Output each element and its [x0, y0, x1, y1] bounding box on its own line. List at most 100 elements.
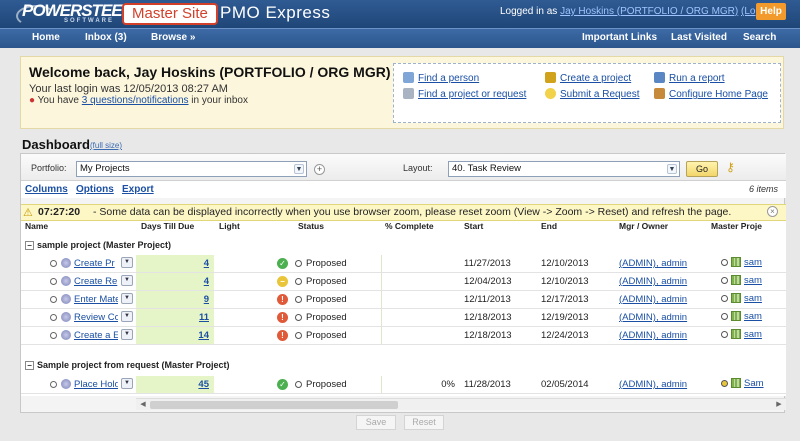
nav-browse[interactable]: Browse »	[151, 32, 195, 43]
group-row[interactable]: − sample project (Master Project)	[21, 238, 786, 254]
owner-link[interactable]: (ADMIN), admin	[619, 258, 687, 269]
days-till-due[interactable]: 14	[136, 327, 214, 344]
close-icon[interactable]: ×	[767, 206, 778, 217]
col-days-till-due[interactable]: Days Till Due	[141, 221, 194, 231]
add-portfolio-button[interactable]: +	[314, 164, 325, 175]
task-name-link[interactable]: Create Re	[74, 276, 118, 287]
submit-request-text[interactable]: Submit a Request	[560, 89, 640, 100]
owner-link[interactable]: (ADMIN), admin	[619, 330, 687, 341]
find-person-text[interactable]: Find a person	[418, 73, 479, 84]
row-select-radio[interactable]	[50, 381, 57, 388]
col-mgr-owner[interactable]: Mgr / Owner	[619, 221, 668, 231]
col-master-project[interactable]: Master Proje	[711, 221, 762, 231]
scrollbar-thumb[interactable]	[150, 401, 398, 409]
nav-search[interactable]: Search	[743, 32, 776, 43]
col-light[interactable]: Light	[219, 221, 240, 231]
owner-link[interactable]: (ADMIN), admin	[619, 379, 687, 390]
master-project-link[interactable]: Sam	[744, 378, 764, 389]
master-project-link[interactable]: sam	[744, 311, 762, 322]
master-project-link[interactable]: sam	[744, 329, 762, 340]
reset-button[interactable]: Reset	[404, 415, 444, 430]
current-user-link[interactable]: Jay Hoskins (PORTFOLIO / ORG MGR)	[560, 6, 738, 17]
days-till-due[interactable]: 11	[136, 309, 214, 326]
options-link[interactable]: Options	[76, 184, 114, 195]
collapse-toggle-icon[interactable]: −	[25, 361, 34, 370]
table-row[interactable]: Create Pr ▼ 4 ✓ Proposed 11/27/2013 12/1…	[21, 255, 786, 273]
nav-important-links[interactable]: Important Links	[582, 32, 657, 43]
row-select-radio[interactable]	[50, 296, 57, 303]
col-status[interactable]: Status	[298, 221, 324, 231]
portfolio-label: Portfolio:	[31, 163, 67, 173]
master-project-link[interactable]: sam	[744, 275, 762, 286]
status-light-green-icon: ✓	[277, 258, 288, 269]
days-till-due[interactable]: 4	[136, 255, 214, 272]
master-project-link[interactable]: sam	[744, 293, 762, 304]
days-till-due[interactable]: 45	[136, 376, 214, 393]
owner-link[interactable]: (ADMIN), admin	[619, 294, 687, 305]
full-size-link[interactable]: (full size)	[90, 141, 122, 150]
group-row[interactable]: − Sample project from request (Master Pr…	[21, 358, 786, 374]
layout-label: Layout:	[403, 163, 433, 173]
master-project-link[interactable]: sam	[744, 257, 762, 268]
table-row[interactable]: Review Co ▼ 11 ! Proposed 12/18/2013 12/…	[21, 309, 786, 327]
configure-home-link[interactable]: Configure Home Page	[654, 88, 768, 100]
submit-request-link[interactable]: Submit a Request	[545, 88, 640, 100]
go-button[interactable]: Go	[686, 161, 718, 177]
notifications-link[interactable]: 3 questions/notifications	[82, 95, 189, 106]
columns-link[interactable]: Columns	[25, 184, 68, 195]
col-end[interactable]: End	[541, 221, 557, 231]
task-name-link[interactable]: Create a E	[74, 330, 118, 341]
row-menu-button[interactable]: ▼	[121, 293, 133, 304]
col-name[interactable]: Name	[25, 221, 48, 231]
scroll-right-icon[interactable]: ▶	[774, 400, 784, 410]
table-row[interactable]: Create a E ▼ 14 ! Proposed 12/18/2013 12…	[21, 327, 786, 345]
task-name-link[interactable]: Review Co	[74, 312, 118, 323]
create-project-text[interactable]: Create a project	[560, 73, 631, 84]
task-name-link[interactable]: Place Hold	[74, 379, 118, 390]
run-report-link[interactable]: Run a report	[654, 72, 725, 84]
scroll-left-icon[interactable]: ◀	[138, 400, 148, 410]
horizontal-scrollbar[interactable]: ◀ ▶	[136, 398, 786, 410]
nav-last-visited[interactable]: Last Visited	[671, 32, 727, 43]
task-name-link[interactable]: Create Pr	[74, 258, 118, 269]
dashboard-panel: Portfolio: My Projects ▼ + Layout: 40. T…	[20, 153, 786, 413]
table-row[interactable]: Enter Mate ▼ 9 ! Proposed 12/11/2013 12/…	[21, 291, 786, 309]
create-project-link[interactable]: Create a project	[545, 72, 631, 84]
row-select-radio[interactable]	[50, 314, 57, 321]
portfolio-select[interactable]: My Projects ▼	[76, 161, 307, 177]
find-project-link[interactable]: Find a project or request	[403, 88, 526, 100]
layout-select[interactable]: 40. Task Review ▼	[448, 161, 680, 177]
task-icon	[61, 312, 71, 322]
row-menu-button[interactable]: ▼	[121, 275, 133, 286]
find-project-text[interactable]: Find a project or request	[418, 89, 526, 100]
save-button[interactable]: Save	[356, 415, 396, 430]
owner-link[interactable]: (ADMIN), admin	[619, 312, 687, 323]
table-row[interactable]: Place Hold ▼ 45 ✓ Proposed 0% 11/28/2013…	[21, 376, 786, 394]
help-button[interactable]: Help	[756, 3, 786, 20]
key-icon[interactable]: ⚷	[726, 160, 735, 174]
table-row[interactable]: Create Re ▼ 4 − Proposed 12/04/2013 12/1…	[21, 273, 786, 291]
days-till-due[interactable]: 9	[136, 291, 214, 308]
row-menu-button[interactable]: ▼	[121, 378, 133, 389]
days-till-due[interactable]: 4	[136, 273, 214, 290]
row-select-radio[interactable]	[50, 260, 57, 267]
task-icon	[61, 258, 71, 268]
row-select-radio[interactable]	[50, 332, 57, 339]
col-start[interactable]: Start	[464, 221, 483, 231]
row-menu-button[interactable]: ▼	[121, 257, 133, 268]
bullet-icon: ●	[29, 95, 36, 106]
export-link[interactable]: Export	[122, 184, 154, 195]
row-select-radio[interactable]	[50, 278, 57, 285]
logged-in-label: Logged in as	[500, 6, 558, 17]
configure-home-text[interactable]: Configure Home Page	[669, 89, 768, 100]
row-menu-button[interactable]: ▼	[121, 311, 133, 322]
owner-link[interactable]: (ADMIN), admin	[619, 276, 687, 287]
collapse-toggle-icon[interactable]: −	[25, 241, 34, 250]
col-percent-complete[interactable]: % Complete	[385, 221, 434, 231]
row-menu-button[interactable]: ▼	[121, 329, 133, 340]
nav-home[interactable]: Home	[32, 32, 60, 43]
run-report-text[interactable]: Run a report	[669, 73, 725, 84]
nav-inbox[interactable]: Inbox (3)	[85, 32, 127, 43]
task-name-link[interactable]: Enter Mate	[74, 294, 118, 305]
find-person-link[interactable]: Find a person	[403, 72, 479, 84]
